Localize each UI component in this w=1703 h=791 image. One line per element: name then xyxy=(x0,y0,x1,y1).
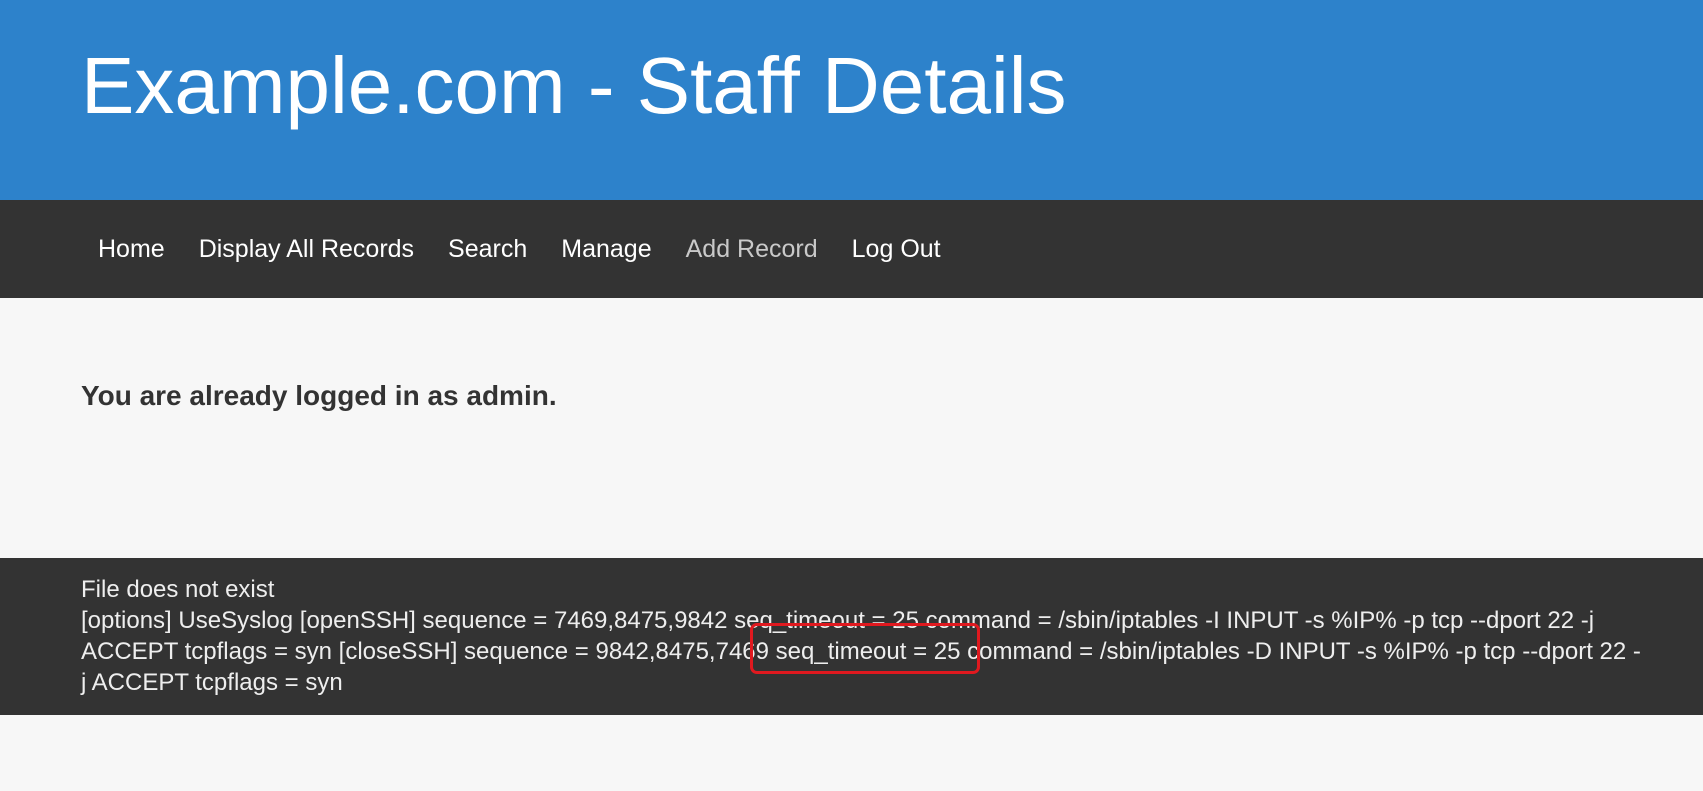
knockd-config-text: [options] UseSyslog [openSSH] sequence =… xyxy=(81,607,1641,696)
nav-search-link[interactable]: Search xyxy=(431,200,544,298)
file-error-message: File does not exist xyxy=(81,576,275,603)
nav-manage-link[interactable]: Manage xyxy=(544,200,668,298)
page-footer: File does not exist [options] UseSyslog … xyxy=(0,558,1703,715)
footer-output: File does not exist [options] UseSyslog … xyxy=(81,574,1641,698)
login-status-message: You are already logged in as admin. xyxy=(81,380,557,411)
site-title: Example.com - Staff Details xyxy=(81,41,1067,130)
main-navbar: Home Display All Records Search Manage A… xyxy=(0,200,1703,298)
nav-add-record-link[interactable]: Add Record xyxy=(669,200,835,298)
main-content: You are already logged in as admin. xyxy=(0,298,1703,558)
nav-home-link[interactable]: Home xyxy=(81,200,182,298)
nav-display-all-records-link[interactable]: Display All Records xyxy=(182,200,431,298)
site-header: Example.com - Staff Details xyxy=(0,0,1703,200)
nav-list: Home Display All Records Search Manage A… xyxy=(81,200,958,298)
nav-log-out-link[interactable]: Log Out xyxy=(835,200,958,298)
